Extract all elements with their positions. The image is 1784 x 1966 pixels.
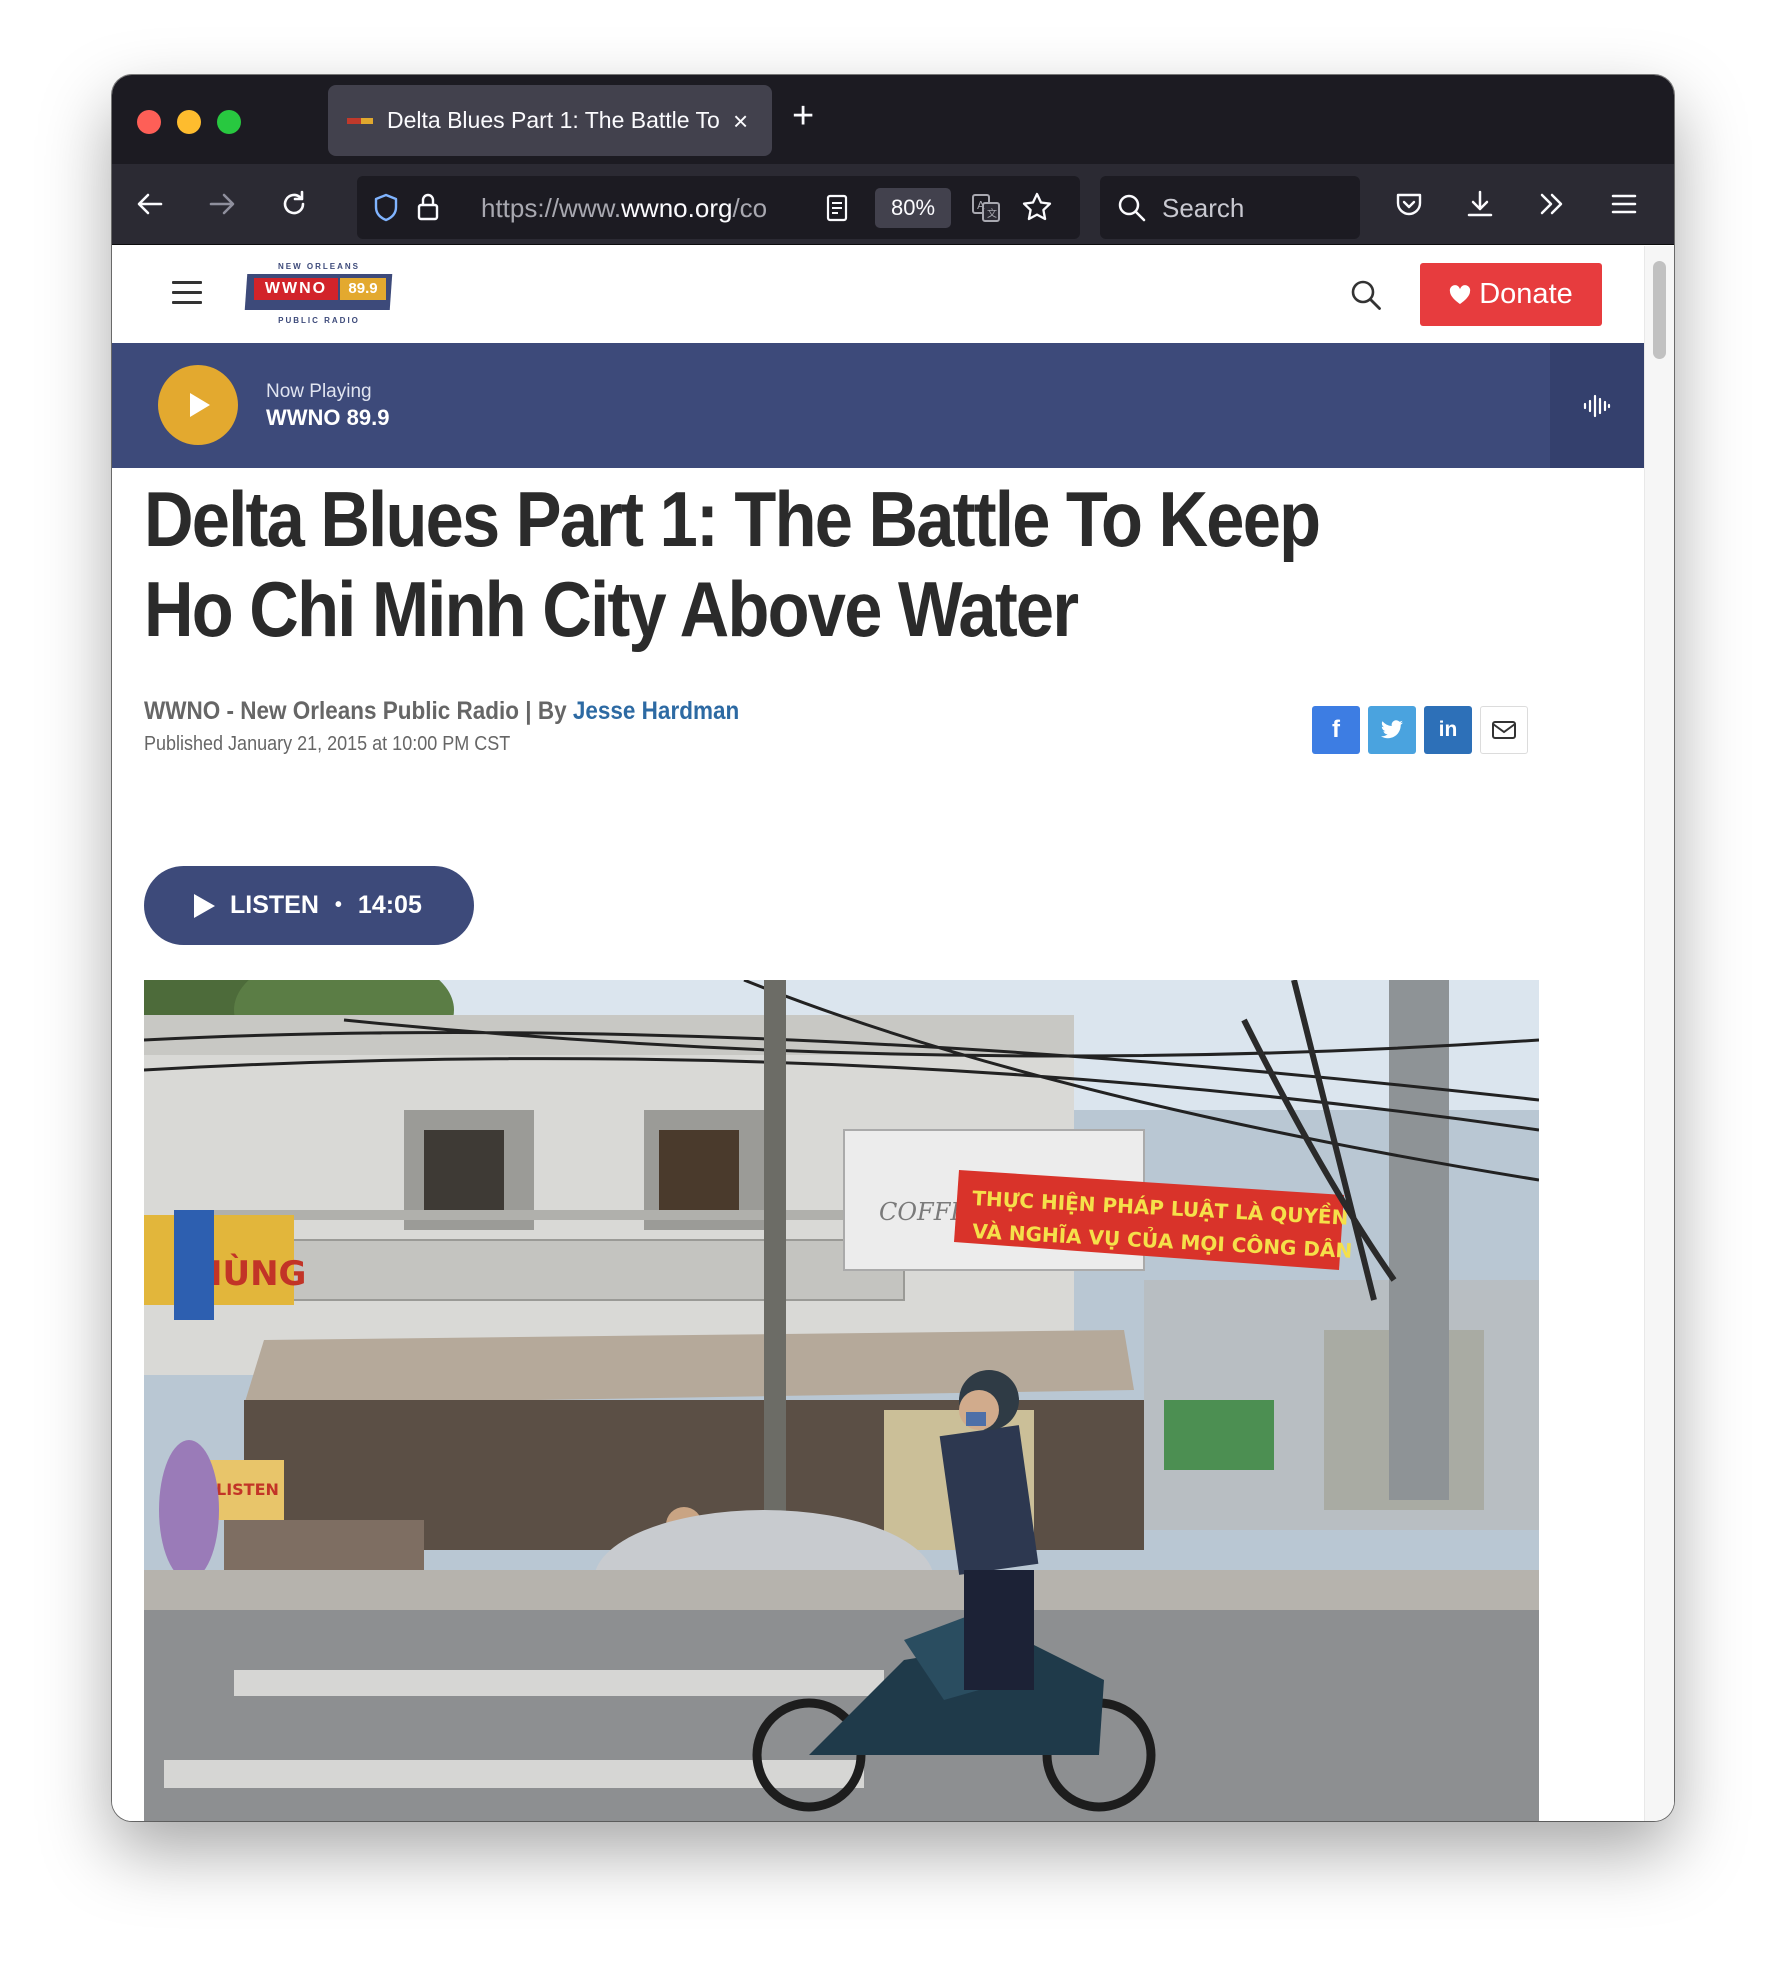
- tab-title: Delta Blues Part 1: The Battle To: [387, 107, 720, 133]
- heart-icon: [1450, 284, 1471, 304]
- share-facebook-button[interactable]: f: [1312, 706, 1360, 754]
- chevrons-right-icon: [1540, 193, 1563, 215]
- download-icon: [1467, 190, 1493, 217]
- arrow-left-icon: [137, 193, 163, 215]
- article-headline: Delta Blues Part 1: The Battle To Keep H…: [144, 475, 1321, 653]
- published-date: Published January 21, 2015 at 10:00 PM C…: [144, 733, 511, 755]
- pocket-button[interactable]: [1391, 186, 1427, 222]
- page-scrollbar[interactable]: [1644, 246, 1674, 1821]
- search-input[interactable]: Search: [1162, 193, 1244, 224]
- svg-text:A: A: [977, 199, 985, 212]
- now-playing-label: Now Playing: [266, 381, 372, 402]
- site-header: NEW ORLEANS WWNO 89.9 PUBLIC RADIO Donat…: [112, 246, 1644, 343]
- share-email-button[interactable]: [1480, 706, 1528, 754]
- favicon-icon: [347, 115, 375, 127]
- zoom-level-badge[interactable]: 80%: [875, 188, 951, 228]
- search-bar[interactable]: Search: [1100, 176, 1360, 239]
- donate-label: Donate: [1479, 278, 1573, 310]
- byline-source: WWNO - New Orleans Public Radio | By: [144, 697, 573, 725]
- donate-button[interactable]: Donate: [1420, 263, 1602, 326]
- site-logo[interactable]: NEW ORLEANS WWNO 89.9 PUBLIC RADIO: [244, 262, 394, 326]
- browser-window: Delta Blues Part 1: The Battle To × + ht…: [112, 75, 1674, 1821]
- street-scene-image: HÙNG COFFEE THỰC HIỆN PHÁP LUẬT LÀ QUYỀN…: [144, 980, 1539, 1821]
- listen-button[interactable]: LISTEN • 14:05: [144, 866, 474, 945]
- logo-name: WWNO: [254, 278, 338, 300]
- listen-separator: •: [334, 894, 342, 916]
- shield-icon[interactable]: [371, 192, 401, 224]
- article-photo: HÙNG COFFEE THỰC HIỆN PHÁP LUẬT LÀ QUYỀN…: [144, 980, 1539, 1821]
- linkedin-icon: in: [1438, 718, 1458, 741]
- listen-duration: 14:05: [357, 891, 422, 919]
- app-menu-button[interactable]: [1606, 186, 1642, 222]
- twitter-icon: [1381, 720, 1403, 739]
- reload-icon: [283, 190, 305, 215]
- pocket-icon: [1396, 193, 1422, 216]
- share-twitter-button[interactable]: [1368, 706, 1416, 754]
- audio-waveform-button[interactable]: [1550, 343, 1644, 468]
- reader-view-icon[interactable]: [825, 193, 849, 223]
- forward-button[interactable]: [204, 186, 240, 222]
- menu-icon: [1611, 194, 1637, 214]
- listen-label: LISTEN: [230, 891, 319, 919]
- share-linkedin-button[interactable]: in: [1424, 706, 1472, 754]
- bookmark-star-icon[interactable]: [1021, 191, 1053, 223]
- back-button[interactable]: [132, 186, 168, 222]
- title-bar: Delta Blues Part 1: The Battle To × +: [112, 75, 1674, 164]
- play-icon: [194, 893, 215, 918]
- article-byline: WWNO - New Orleans Public Radio | By Jes…: [144, 697, 739, 726]
- arrow-right-icon: [209, 193, 235, 215]
- site-menu-icon[interactable]: [172, 281, 202, 307]
- waveform-icon: [1583, 394, 1611, 417]
- navigation-toolbar: https://www.wwno.org/co 80% A文 Search: [112, 164, 1674, 245]
- lock-icon[interactable]: [415, 191, 441, 223]
- browser-tab[interactable]: Delta Blues Part 1: The Battle To ×: [328, 85, 772, 156]
- url-text[interactable]: https://www.wwno.org/co: [481, 193, 801, 224]
- maximize-window-button[interactable]: [217, 110, 241, 134]
- overflow-button[interactable]: [1534, 186, 1570, 222]
- svg-text:文: 文: [987, 207, 997, 220]
- page-content: NEW ORLEANS WWNO 89.9 PUBLIC RADIO Donat…: [112, 246, 1674, 1821]
- site-search-icon[interactable]: [1349, 278, 1383, 312]
- live-play-button[interactable]: [158, 365, 238, 445]
- scrollbar-thumb[interactable]: [1653, 261, 1666, 359]
- new-tab-button[interactable]: +: [792, 97, 814, 135]
- now-playing-station: WWNO 89.9: [266, 405, 390, 430]
- facebook-icon: f: [1332, 716, 1340, 743]
- minimize-window-button[interactable]: [177, 110, 201, 134]
- url-bar[interactable]: https://www.wwno.org/co 80% A文: [357, 176, 1080, 239]
- search-icon: [1118, 194, 1146, 222]
- logo-tagline-top: NEW ORLEANS: [278, 262, 360, 271]
- tab-close-icon[interactable]: ×: [733, 108, 748, 134]
- author-link[interactable]: Jesse Hardman: [573, 697, 739, 725]
- play-icon: [190, 393, 210, 417]
- reload-button[interactable]: [276, 186, 312, 222]
- logo-tagline-bottom: PUBLIC RADIO: [278, 316, 360, 325]
- downloads-button[interactable]: [1462, 186, 1498, 222]
- live-player-bar: Now Playing WWNO 89.9: [112, 343, 1644, 468]
- close-window-button[interactable]: [137, 110, 161, 134]
- email-icon: [1492, 721, 1516, 739]
- logo-frequency: 89.9: [340, 278, 386, 300]
- cart-sign-text: LISTEN: [216, 1480, 279, 1499]
- translate-icon[interactable]: A文: [971, 193, 1001, 223]
